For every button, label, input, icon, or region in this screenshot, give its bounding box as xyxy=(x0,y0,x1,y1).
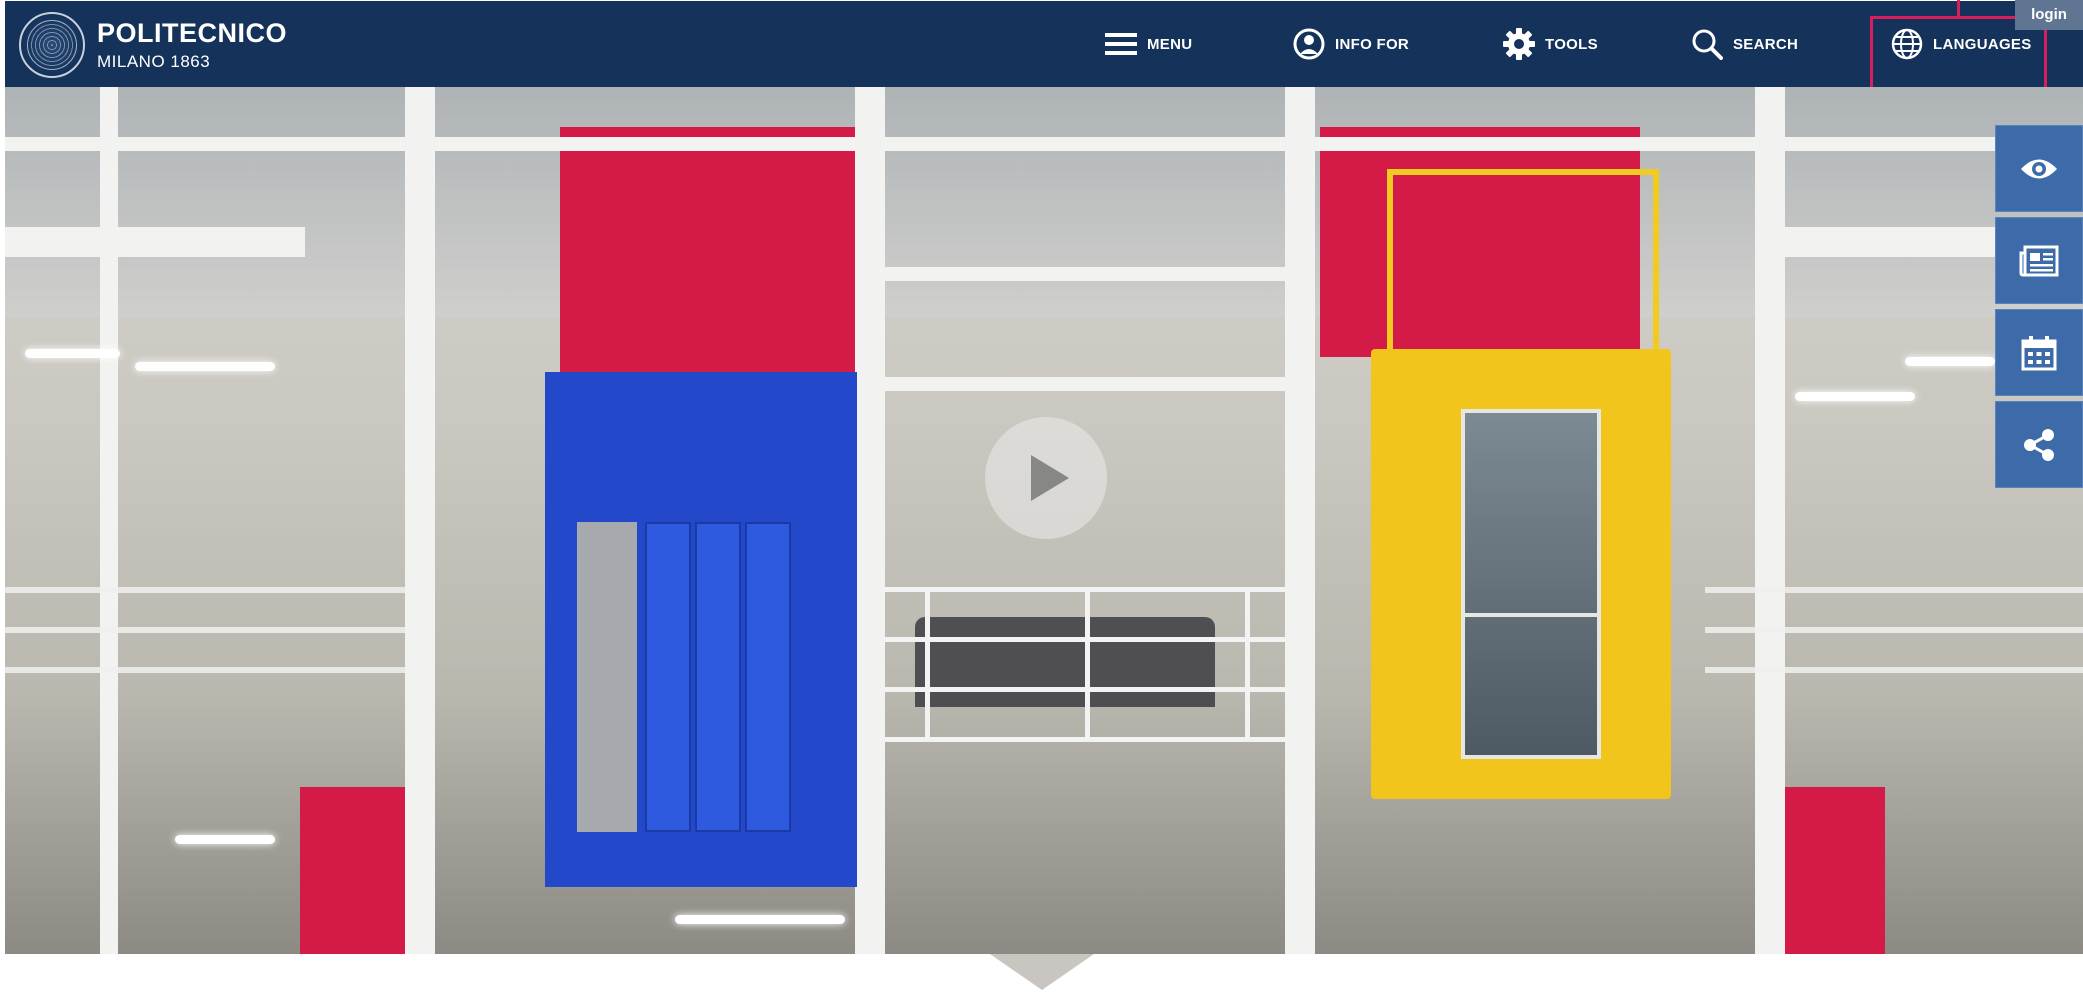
mezzanine-rail xyxy=(885,737,1285,742)
ceiling-light xyxy=(1905,357,1995,366)
search-icon xyxy=(1692,29,1723,60)
steel-column xyxy=(100,87,118,954)
share-icon xyxy=(2024,428,2054,461)
menu-label: MENU xyxy=(1147,35,1193,53)
gear-icon xyxy=(1503,28,1535,60)
ceiling-light xyxy=(175,835,275,844)
elevator-door xyxy=(695,522,741,832)
ceiling-light xyxy=(1795,392,1915,401)
ceiling-light xyxy=(675,915,845,924)
ceiling-light xyxy=(25,349,120,358)
user-circle-icon xyxy=(1293,28,1325,60)
newspaper-icon xyxy=(2019,245,2059,276)
accessibility-view-button[interactable] xyxy=(1995,125,2083,212)
elevator-door xyxy=(645,522,691,832)
languages-button[interactable]: LANGUAGES xyxy=(1891,1,2032,87)
balcony-rail xyxy=(1705,587,2083,593)
side-tools-bar xyxy=(1995,125,2083,493)
balcony-beam-left xyxy=(5,227,305,257)
info-for-label: INFO FOR xyxy=(1335,35,1410,53)
mezzanine-post xyxy=(925,587,930,737)
university-seal-icon xyxy=(19,12,85,78)
steel-column xyxy=(1755,87,1785,954)
truss-beam xyxy=(885,377,1285,391)
video-play-button[interactable] xyxy=(985,417,1107,539)
politecnico-logo[interactable]: POLITECNICO MILANO 1863 xyxy=(19,11,287,79)
brand-text: POLITECNICO MILANO 1863 xyxy=(97,18,288,71)
balcony-rail xyxy=(5,587,405,593)
brand-subtitle: MILANO 1863 xyxy=(97,52,211,71)
red-door-left xyxy=(300,787,410,954)
red-door-right xyxy=(1775,787,1885,954)
scroll-down-chevron-icon[interactable] xyxy=(990,954,1094,990)
central-mezzanine xyxy=(885,587,1285,817)
search-label: SEARCH xyxy=(1733,35,1799,53)
menu-button[interactable]: MENU xyxy=(1105,1,1192,87)
tools-label: TOOLS xyxy=(1545,35,1598,53)
steel-column xyxy=(855,87,885,954)
red-wall-left xyxy=(560,127,860,387)
top-header: POLITECNICO MILANO 1863 MENU INFO FOR TO… xyxy=(5,1,2083,87)
hamburger-icon xyxy=(1105,33,1137,55)
calendar-button[interactable] xyxy=(1995,309,2083,396)
search-button[interactable]: SEARCH xyxy=(1691,1,1798,87)
tools-button[interactable]: TOOLS xyxy=(1503,1,1598,87)
elevator-metal-panel xyxy=(577,522,637,832)
eye-icon xyxy=(2021,159,2057,178)
hero-video-banner xyxy=(5,87,2083,954)
globe-icon xyxy=(1891,28,1923,60)
elevator-glass-door xyxy=(1461,409,1601,759)
calendar-icon xyxy=(2021,335,2057,370)
balcony-rail xyxy=(5,627,405,633)
balcony-rail xyxy=(1705,627,2083,633)
ceiling-light xyxy=(135,362,275,371)
share-button[interactable] xyxy=(1995,401,2083,488)
yellow-safety-rail xyxy=(1387,169,1659,349)
mezzanine-post xyxy=(1245,587,1250,737)
blue-elevator-cabin xyxy=(545,372,857,887)
login-link[interactable]: login xyxy=(2015,0,2083,30)
yellow-elevator-cabin xyxy=(1371,349,1671,799)
people-silhouettes xyxy=(915,617,1215,707)
languages-label: LANGUAGES xyxy=(1933,35,2032,53)
elevator-door xyxy=(745,522,791,832)
steel-column xyxy=(405,87,435,954)
news-button[interactable] xyxy=(1995,217,2083,304)
truss-beam xyxy=(885,267,1285,281)
brand-name: POLITECNICO xyxy=(97,18,288,48)
info-for-button[interactable]: INFO FOR xyxy=(1293,1,1409,87)
mezzanine-post xyxy=(1085,587,1090,737)
balcony-rail xyxy=(1705,667,2083,673)
balcony-rail xyxy=(5,667,405,673)
steel-column xyxy=(1285,87,1315,954)
